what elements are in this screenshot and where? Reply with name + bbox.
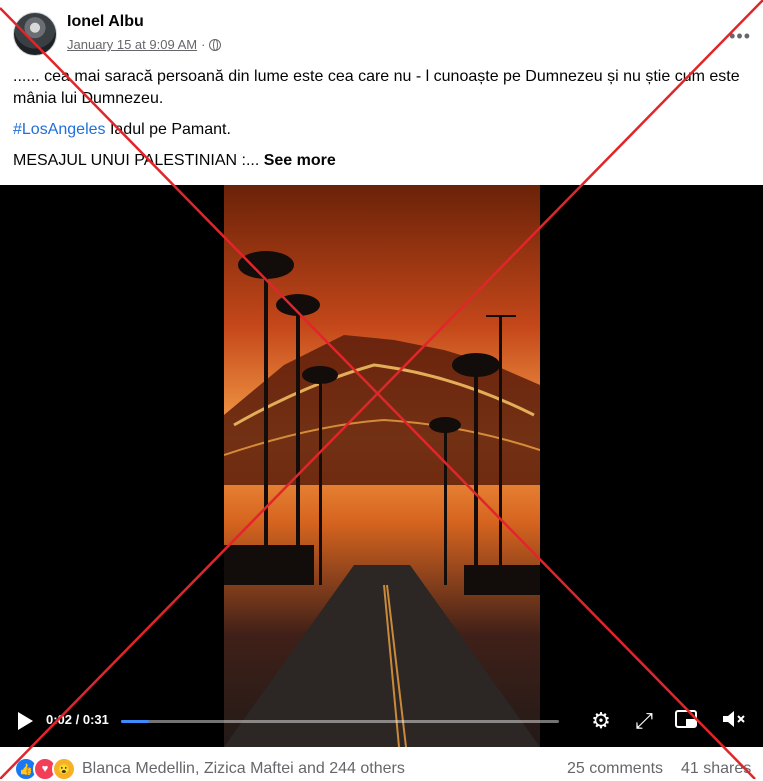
post-header: Ionel Albu January 15 at 9:09 AM · ••• [13,12,753,60]
video-controls: 0:02 / 0:31 ⚙ ⤢ [0,697,763,747]
author-name[interactable]: Ionel Albu [67,13,144,31]
post-text-line2: #LosAngeles Iadul pe Pamant. [13,119,748,141]
post-text: ...... cea mai saracă persoană din lume … [13,66,748,181]
video-time: 0:02 / 0:31 [46,712,109,727]
settings-icon[interactable]: ⚙ [588,708,614,734]
mute-icon[interactable] [720,708,746,734]
facebook-post: Ionel Albu January 15 at 9:09 AM · ••• .… [0,0,763,781]
reaction-icons[interactable]: 👍 ♥ 😮 [14,757,76,781]
post-meta: January 15 at 9:09 AM · [67,37,222,52]
progress-track[interactable] [121,720,559,723]
post-text-line2-rest: Iadul pe Pamant. [105,121,231,138]
more-options-icon[interactable]: ••• [729,26,751,47]
post-footer: 👍 ♥ 😮 Blanca Medellin, Zizica Maftei and… [0,747,763,781]
post-text-line1: ...... cea mai saracă persoană din lume … [13,68,740,107]
fullscreen-icon[interactable]: ⤢ [631,708,657,734]
post-text-line3-body: MESAJUL UNUI PALESTINIAN :... [13,152,260,169]
see-more-link[interactable]: See more [264,152,336,169]
globe-icon [209,38,222,51]
shares-count[interactable]: 41 shares [681,760,751,778]
post-date[interactable]: January 15 at 9:09 AM [67,37,197,52]
fire-scene [223,185,541,747]
video-frame[interactable] [223,185,541,747]
picture-in-picture-icon[interactable] [673,708,699,734]
video-player[interactable]: 0:02 / 0:31 ⚙ ⤢ [0,185,763,747]
author-avatar[interactable] [13,12,57,56]
play-icon[interactable] [18,712,33,730]
reaction-names[interactable]: Blanca Medellin, Zizica Maftei and 244 o… [82,760,405,778]
post-text-line3: MESAJUL UNUI PALESTINIAN :... See more [13,150,748,172]
meta-separator: · [201,37,206,52]
progress-fill [121,720,150,723]
wow-icon: 😮 [52,757,76,781]
hashtag-link[interactable]: #LosAngeles [13,121,106,138]
comments-count[interactable]: 25 comments [567,760,663,778]
